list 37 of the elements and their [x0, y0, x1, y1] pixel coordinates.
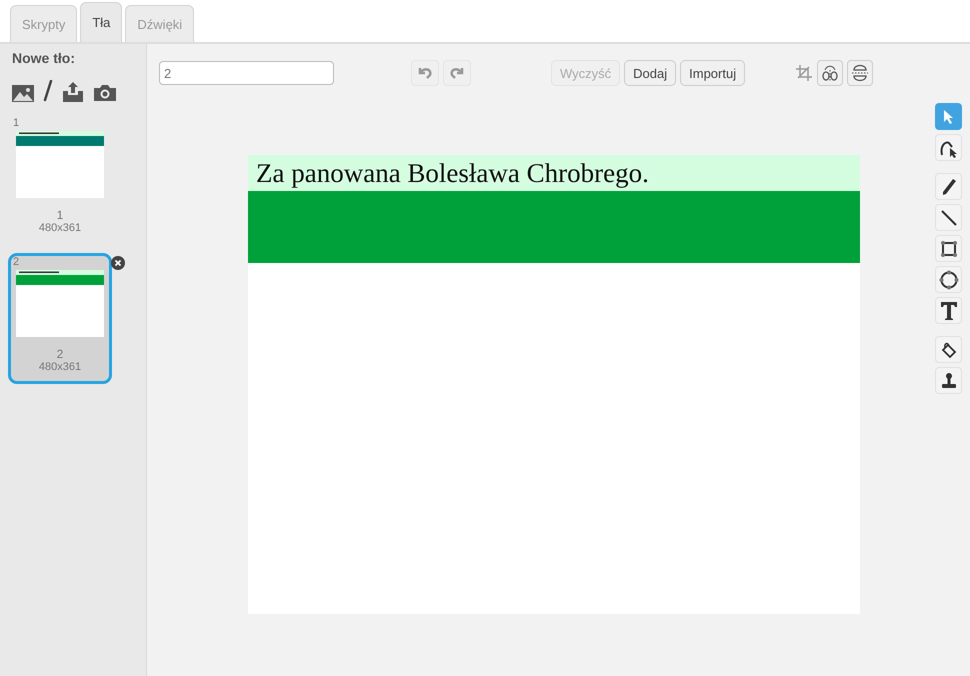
backdrop-number: 2 — [13, 256, 20, 268]
flip-vertical-icon — [851, 63, 870, 83]
backdrop-name-field[interactable]: 2 — [159, 61, 334, 85]
close-icon[interactable] — [111, 256, 125, 270]
pencil-icon — [940, 178, 956, 196]
line-icon — [940, 208, 958, 226]
new-backdrop-label: Nowe tło: — [12, 50, 75, 66]
redo-icon — [450, 67, 464, 79]
text-icon — [940, 300, 958, 320]
drawing-canvas[interactable]: Za panowana Bolesława Chrobrego. — [248, 155, 860, 614]
toolbar-button[interactable]: Importuj — [680, 60, 746, 86]
backdrop-size: 480x361 — [38, 222, 82, 234]
toolbar-button[interactable]: Dodaj — [624, 60, 676, 86]
backdrop-thumbnail[interactable]: 1 1 480x361 — [8, 114, 112, 245]
tab[interactable]: Skrypty — [10, 5, 78, 42]
canvas-text: Za panowana Bolesława Chrobrego. — [256, 158, 649, 188]
flip-vertical-button[interactable] — [847, 60, 874, 86]
flip-horizontal-icon — [821, 64, 840, 82]
ellipse-icon — [938, 270, 958, 290]
tab[interactable]: Tła — [80, 2, 122, 42]
flip-horizontal-button[interactable] — [817, 60, 844, 86]
backdrop-name: 2 — [56, 347, 64, 361]
crop-icon[interactable] — [795, 64, 814, 82]
camera-icon[interactable] — [93, 84, 117, 102]
backdrop-size: 480x361 — [38, 361, 82, 373]
backdrop-name: 1 — [56, 208, 64, 222]
bucket-icon — [940, 340, 958, 358]
stamp-icon — [940, 372, 958, 390]
rectangle-icon — [940, 240, 958, 258]
landscape-image-icon[interactable] — [12, 85, 34, 102]
tab[interactable]: Dźwięki — [125, 5, 194, 42]
backdrop-thumbnail[interactable]: 2 2 480x361 — [8, 253, 112, 384]
backdrop-number: 1 — [13, 117, 20, 129]
cursor-icon — [942, 108, 956, 124]
upload-icon[interactable] — [62, 81, 84, 102]
undo-icon — [418, 67, 432, 79]
brush-icon[interactable] — [43, 80, 53, 102]
